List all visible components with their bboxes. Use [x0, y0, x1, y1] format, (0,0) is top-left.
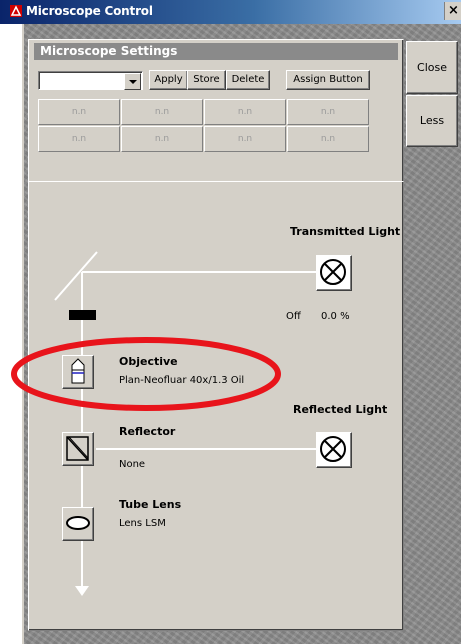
reflected-light-title: Reflected Light: [293, 403, 388, 416]
reflected-lamp-button[interactable]: [316, 432, 352, 468]
transmitted-intensity: 0.0 %: [321, 311, 350, 322]
lamp-icon: [320, 436, 346, 462]
lamp-icon: [320, 259, 346, 285]
tube-lens-title: Tube Lens: [119, 498, 182, 511]
reflector-button[interactable]: [62, 432, 94, 466]
transmitted-lamp-button[interactable]: [316, 255, 352, 291]
objective-value: Plan-Neofluar 40x/1.3 Oil: [119, 375, 245, 386]
beam-diagram: [54, 251, 318, 596]
tube-lens-icon: [66, 516, 90, 530]
tube-lens-button[interactable]: [62, 507, 94, 541]
mirror-icon: [54, 251, 98, 301]
tube-lens-value: Lens LSM: [119, 518, 166, 529]
reflector-value: None: [119, 459, 146, 470]
reflector-title: Reflector: [119, 425, 176, 438]
transmitted-state: Off: [286, 311, 301, 322]
reflector-icon: [66, 436, 89, 461]
beam-arrow-icon: [75, 586, 89, 596]
objective-button[interactable]: [62, 355, 94, 389]
objective-title: Objective: [119, 355, 178, 368]
transmitted-light-title: Transmitted Light: [290, 225, 401, 238]
objective-icon: [71, 358, 85, 384]
shutter-bar: [69, 310, 96, 320]
